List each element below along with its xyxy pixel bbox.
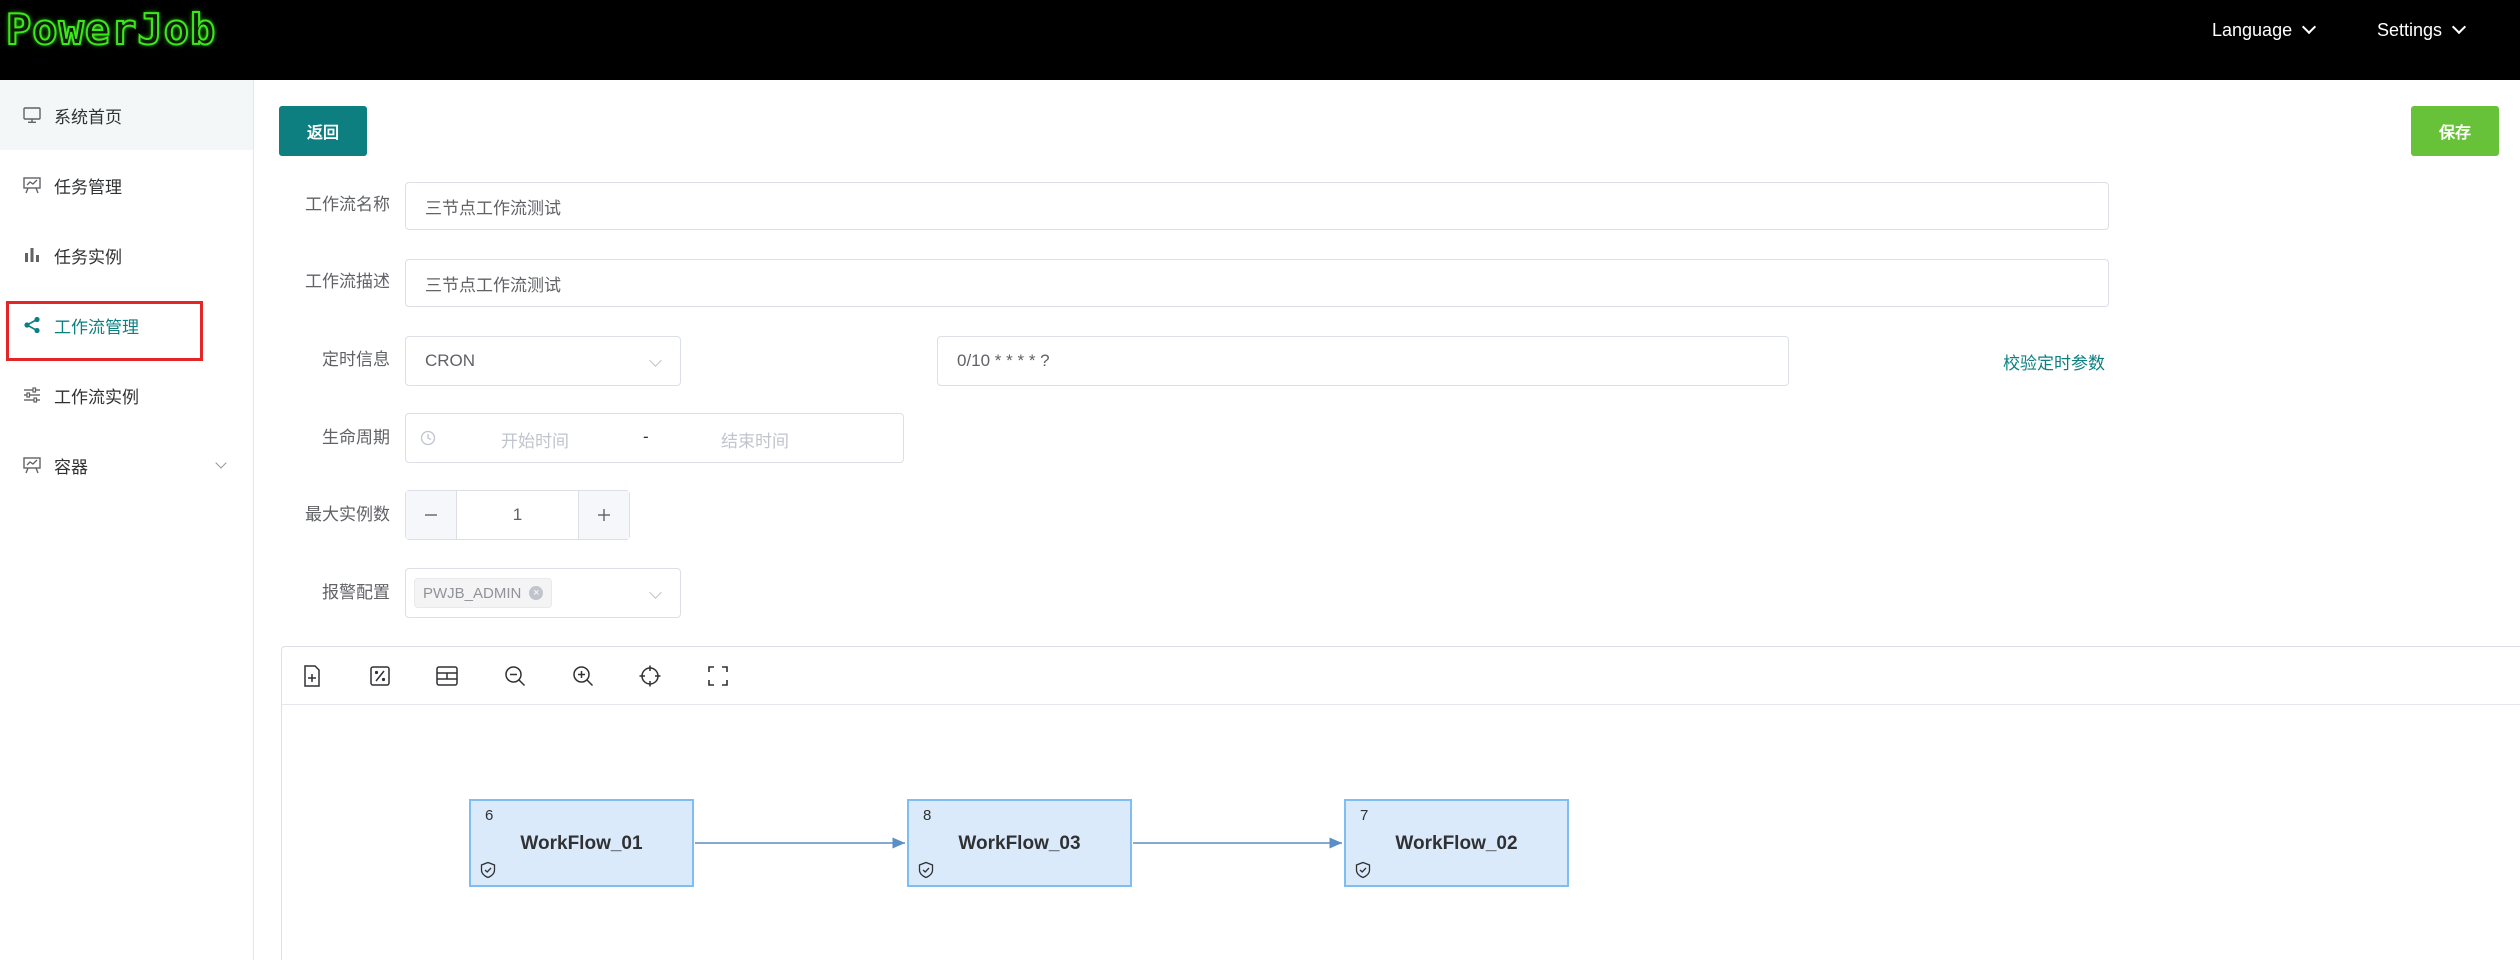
language-label: Language [2212,20,2293,40]
chevron-down-icon [215,457,227,469]
back-button[interactable]: 返回 [279,106,367,156]
chevron-down-icon [649,354,662,367]
max-instances-stepper: 1 [405,490,630,540]
workflow-canvas[interactable]: 6 WorkFlow_01 8 WorkFlow_03 7 WorkFlow_0… [281,646,2520,960]
sidebar-item-job-instances[interactable]: 任务实例 [0,220,253,290]
shield-check-icon [917,861,935,879]
sidebar-item-workflow-instances[interactable]: 工作流实例 [0,360,253,430]
lifecycle-range-picker[interactable]: 开始时间 - 结束时间 [405,413,904,463]
node-name: WorkFlow_03 [958,833,1081,854]
settings-label: Settings [2377,20,2443,40]
node-id: 7 [1360,807,1369,824]
sidebar: 系统首页 任务管理 任务实例 工作流管理 工作流实例 容器 [0,80,254,960]
language-menu[interactable]: Language [2212,18,2317,42]
alarm-tag-label: PWJB_ADMIN [423,584,522,602]
presentation-icon [22,175,42,195]
alarm-tag: PWJB_ADMIN × [414,578,553,608]
sidebar-item-job-management[interactable]: 任务管理 [0,150,253,220]
alarm-config-select[interactable]: PWJB_ADMIN × [405,568,681,618]
plus-icon [598,509,610,521]
minus-icon [425,514,437,516]
save-button[interactable]: 保存 [2411,106,2499,156]
settings-menu[interactable]: Settings [2377,18,2467,42]
workflow-name-input[interactable]: 三节点工作流测试 [405,182,2109,230]
close-icon[interactable]: × [529,586,544,600]
alarm-config-label: 报警配置 [322,583,390,602]
bar-chart-icon [22,245,42,265]
clock-icon [420,430,436,446]
presentation-icon [22,455,42,475]
highlight-box [6,301,203,361]
chevron-down-icon [2302,19,2317,35]
workflow-node[interactable]: 7 WorkFlow_02 [1344,799,1569,887]
node-id: 6 [485,807,494,824]
sidebar-item-label: 容器 [54,457,88,477]
monitor-icon [22,105,42,125]
start-time-input[interactable]: 开始时间 [501,427,569,452]
shield-check-icon [479,861,497,879]
workflow-desc-input[interactable]: 三节点工作流测试 [405,259,2109,307]
top-header: PowerJob Language Settings [0,0,2520,80]
powerjob-logo[interactable]: PowerJob [5,5,216,55]
max-instances-label: 最大实例数 [305,505,390,524]
decrease-button[interactable] [406,491,457,539]
sidebar-item-home[interactable]: 系统首页 [0,80,253,150]
node-name: WorkFlow_01 [520,833,643,854]
chevron-down-icon [649,586,662,599]
end-time-input[interactable]: 结束时间 [721,427,789,452]
cron-expression-value: 0/10 * * * * ? [957,351,1050,370]
max-instances-value[interactable]: 1 [457,491,578,539]
workflow-desc-label: 工作流描述 [305,272,390,291]
schedule-label: 定时信息 [322,350,390,369]
sidebar-item-label: 任务实例 [54,247,122,267]
sidebar-item-label: 任务管理 [54,177,122,197]
sidebar-item-container[interactable]: 容器 [0,430,253,500]
node-name: WorkFlow_02 [1395,833,1518,854]
sidebar-item-label: 工作流实例 [54,387,139,407]
workflow-node[interactable]: 8 WorkFlow_03 [907,799,1132,887]
sidebar-item-label: 系统首页 [54,107,122,127]
node-id: 8 [923,807,932,824]
workflow-name-value: 三节点工作流测试 [425,198,561,218]
workflow-name-label: 工作流名称 [305,195,390,214]
increase-button[interactable] [578,491,629,539]
schedule-type-value: CRON [425,351,476,370]
workflow-node[interactable]: 6 WorkFlow_01 [469,799,694,887]
shield-check-icon [1354,861,1372,879]
workflow-desc-value: 三节点工作流测试 [425,275,561,295]
schedule-type-select[interactable]: CRON [405,336,681,386]
cron-expression-input[interactable]: 0/10 * * * * ? [937,336,1789,386]
sliders-icon [22,385,42,405]
range-separator: - [643,427,649,446]
lifecycle-label: 生命周期 [322,428,390,447]
chevron-down-icon [2451,19,2467,35]
validate-schedule-link[interactable]: 校验定时参数 [2003,349,2105,374]
